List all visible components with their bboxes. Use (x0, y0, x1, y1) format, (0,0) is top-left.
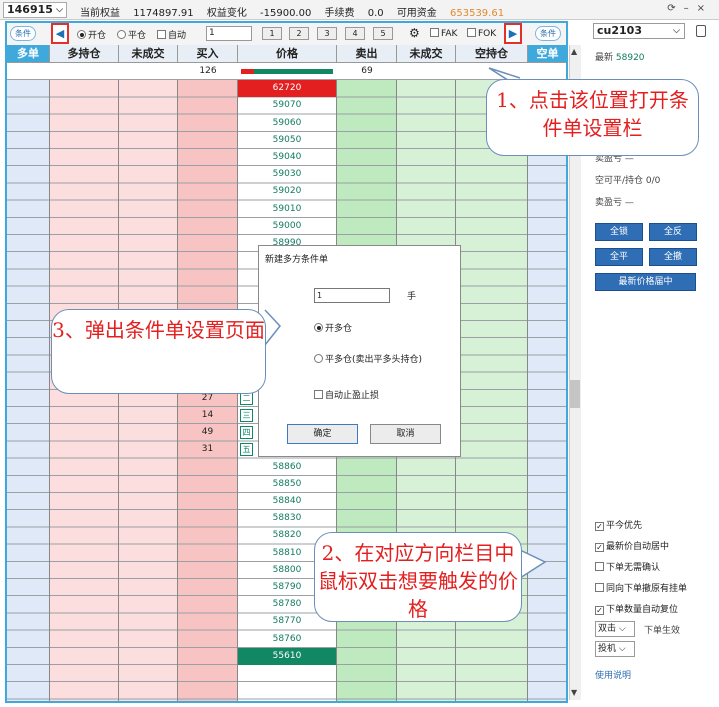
callout-step2: 2、在对应方向栏目中鼠标双击想要触发的价格 (314, 532, 522, 622)
callout-step3: 3、弹出条件单设置页面 (51, 309, 266, 394)
callout-step1: 1、点击该位置打开条件单设置栏 (486, 79, 699, 156)
callout-2-tail (519, 549, 547, 579)
callout-3-tail (264, 309, 281, 346)
